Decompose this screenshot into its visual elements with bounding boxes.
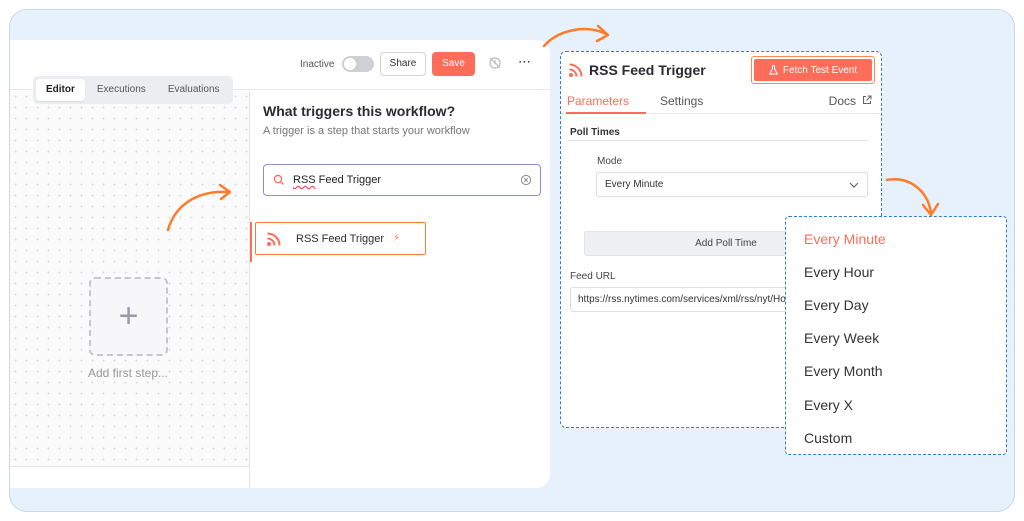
tab-settings[interactable]: Settings	[660, 94, 703, 108]
docs-link[interactable]: Docs	[829, 94, 856, 108]
result-item-rss-feed-trigger[interactable]: RSS Feed Trigger ⚡	[255, 222, 426, 255]
workflow-canvas[interactable]: + Add first step...	[10, 91, 250, 466]
active-tab-underline	[566, 112, 646, 114]
mode-dropdown-list: Every Minute Every Hour Every Day Every …	[785, 216, 1007, 455]
status-label: Inactive	[300, 59, 335, 70]
screenshot-frame: Inactive Share Save ⋯ + Add first step..…	[9, 9, 1015, 512]
more-options-icon[interactable]: ⋯	[518, 54, 532, 70]
option-every-x[interactable]: Every X	[804, 397, 853, 413]
option-custom[interactable]: Custom	[804, 430, 852, 446]
annotation-arrow-canvas	[166, 183, 232, 232]
feed-url-label: Feed URL	[570, 271, 616, 282]
parameter-tabs: Parameters Settings Docs	[561, 90, 880, 114]
option-every-month[interactable]: Every Month	[804, 363, 883, 379]
external-link-icon[interactable]	[862, 95, 872, 105]
tab-parameters[interactable]: Parameters	[567, 94, 629, 108]
panel-title: What triggers this workflow?	[263, 103, 456, 119]
fetch-test-event-button[interactable]: Fetch Test Event	[751, 56, 875, 84]
canvas-footer	[10, 466, 250, 488]
share-button[interactable]: Share	[380, 52, 426, 76]
node-creator-panel: What triggers this workflow? A trigger i…	[250, 91, 550, 488]
option-every-hour[interactable]: Every Hour	[804, 264, 874, 280]
clear-icon[interactable]	[520, 174, 532, 186]
annotation-arrow-panel	[542, 24, 610, 48]
rss-icon	[569, 63, 583, 77]
search-value: RSS Feed Trigger	[293, 174, 382, 186]
node-search-input[interactable]: RSS Feed Trigger	[263, 164, 541, 196]
option-every-week[interactable]: Every Week	[804, 330, 879, 346]
fetch-label: Fetch Test Event	[782, 64, 858, 76]
result-accent-bar	[250, 222, 252, 262]
tab-executions[interactable]: Executions	[87, 79, 156, 101]
editor-tabs: Editor Executions Evaluations	[33, 76, 233, 104]
mode-value: Every Minute	[605, 179, 664, 190]
active-toggle[interactable]	[342, 56, 374, 72]
add-first-step-button[interactable]: +	[89, 277, 168, 356]
mode-label: Mode	[597, 156, 623, 167]
search-icon	[273, 174, 284, 185]
workflow-editor: Inactive Share Save ⋯ + Add first step..…	[10, 40, 550, 488]
flask-icon	[768, 65, 778, 75]
mode-select[interactable]: Every Minute	[596, 172, 868, 197]
bolt-icon: ⚡	[393, 233, 401, 244]
node-title: RSS Feed Trigger	[589, 62, 706, 78]
panel-subtitle: A trigger is a step that starts your wor…	[263, 125, 470, 137]
section-title-poll-times: Poll Times	[570, 127, 620, 138]
history-icon[interactable]	[488, 56, 502, 70]
save-button[interactable]: Save	[432, 52, 475, 76]
add-first-step-label: Add first step...	[87, 366, 169, 380]
rss-icon	[267, 232, 281, 246]
annotation-arrow-dropdown	[885, 178, 940, 217]
option-every-minute[interactable]: Every Minute	[804, 231, 886, 247]
section-divider	[568, 140, 868, 141]
tab-editor[interactable]: Editor	[36, 79, 85, 101]
tab-evaluations[interactable]: Evaluations	[158, 79, 230, 101]
chevron-down-icon	[849, 182, 859, 188]
result-label: RSS Feed Trigger	[296, 233, 385, 245]
option-every-day[interactable]: Every Day	[804, 297, 869, 313]
plus-icon: +	[118, 297, 139, 335]
